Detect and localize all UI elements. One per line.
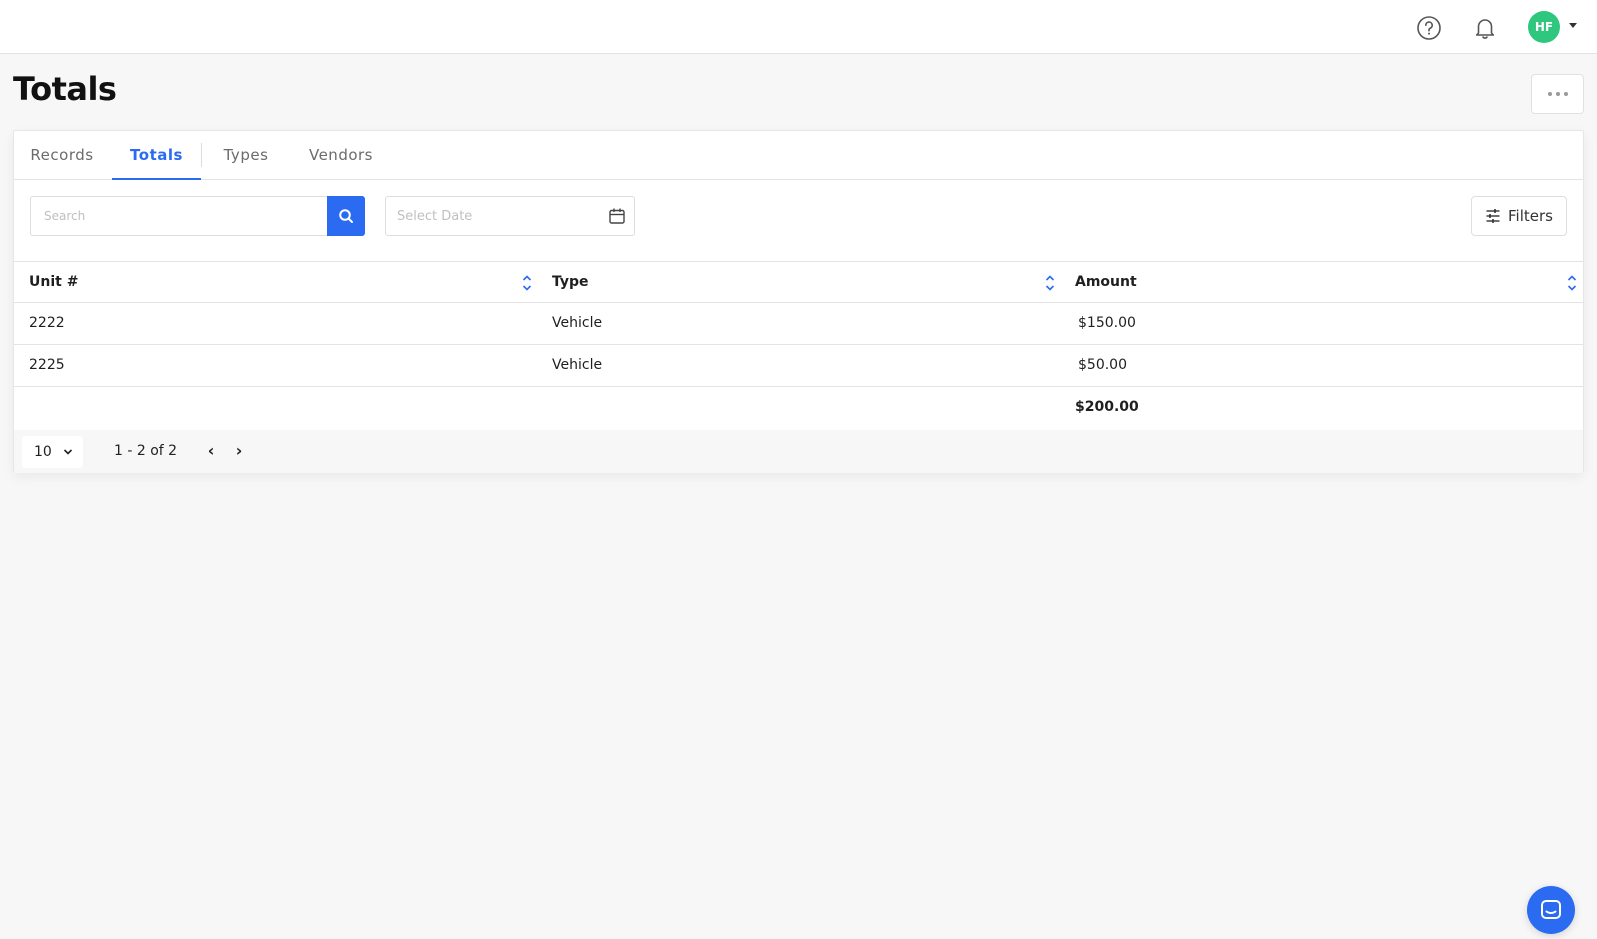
tab-bar: Records Totals Types Vendors xyxy=(14,131,1583,180)
search-icon xyxy=(339,209,353,223)
pagination: 10 1 - 2 of 2 ‹ › xyxy=(14,430,1583,473)
table-row[interactable]: 2222 Vehicle $150.00 xyxy=(14,303,1583,345)
search-button[interactable] xyxy=(327,196,365,236)
sliders-icon xyxy=(1486,209,1500,223)
chat-button[interactable] xyxy=(1527,886,1575,934)
ellipsis-icon xyxy=(1547,92,1552,96)
column-header-unit[interactable]: Unit # xyxy=(29,262,78,303)
filters-label: Filters xyxy=(1508,207,1553,225)
table-header: Unit # Type Amount xyxy=(14,261,1583,303)
column-header-type[interactable]: Type xyxy=(552,262,589,303)
tab-vendors[interactable]: Vendors xyxy=(307,131,375,180)
cell-amount: $50.00 xyxy=(1078,357,1127,373)
date-input[interactable] xyxy=(386,197,596,235)
prev-page-button[interactable]: ‹ xyxy=(204,430,218,473)
table-row[interactable]: 2225 Vehicle $50.00 xyxy=(14,345,1583,387)
next-page-button[interactable]: › xyxy=(232,430,246,473)
filters-button[interactable]: Filters xyxy=(1471,196,1567,236)
total-amount: $200.00 xyxy=(1075,399,1139,415)
chevron-down-icon xyxy=(63,449,73,455)
cell-unit: 2225 xyxy=(29,357,65,373)
search-field xyxy=(30,196,327,236)
top-bar: HF xyxy=(0,0,1597,54)
sort-icon[interactable] xyxy=(1567,274,1577,292)
search-input[interactable] xyxy=(31,197,327,235)
chat-icon xyxy=(1541,900,1561,919)
help-icon[interactable] xyxy=(1414,13,1444,43)
cell-type: Vehicle xyxy=(552,357,603,373)
totals-row: $200.00 xyxy=(14,387,1583,429)
page-range: 1 - 2 of 2 xyxy=(114,443,178,459)
date-picker[interactable] xyxy=(385,196,635,236)
cell-amount: $150.00 xyxy=(1078,315,1136,331)
tab-totals[interactable]: Totals xyxy=(112,131,201,180)
cell-unit: 2222 xyxy=(29,315,65,331)
sort-icon[interactable] xyxy=(1045,274,1055,292)
more-options-button[interactable] xyxy=(1531,74,1584,114)
column-header-amount[interactable]: Amount xyxy=(1075,262,1137,303)
cell-type: Vehicle xyxy=(552,315,603,331)
page-title: Totals xyxy=(13,70,117,108)
calendar-icon[interactable] xyxy=(608,207,626,225)
bell-icon[interactable] xyxy=(1470,13,1500,43)
tab-divider xyxy=(201,143,202,167)
tab-types[interactable]: Types xyxy=(221,131,271,180)
tab-records[interactable]: Records xyxy=(29,131,95,180)
page-size-value: 10 xyxy=(34,444,52,460)
caret-down-icon[interactable] xyxy=(1569,23,1577,28)
user-avatar[interactable]: HF xyxy=(1528,11,1560,43)
page-size-select[interactable]: 10 xyxy=(22,436,83,468)
sort-icon[interactable] xyxy=(522,274,532,292)
totals-card: Records Totals Types Vendors Filters Uni… xyxy=(13,130,1584,473)
